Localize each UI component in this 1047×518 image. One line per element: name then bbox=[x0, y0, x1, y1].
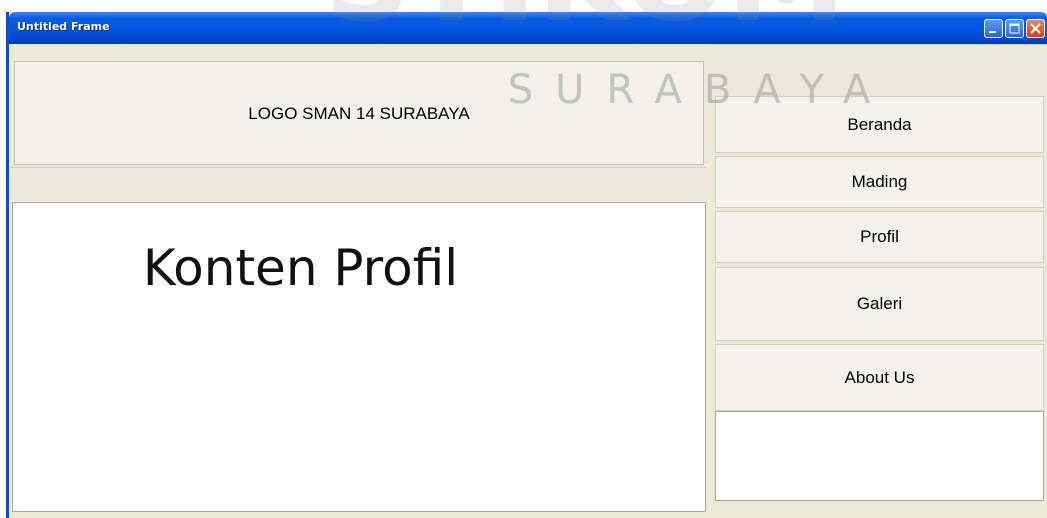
sidebar-item-beranda[interactable]: Beranda bbox=[715, 96, 1044, 153]
sidebar: Beranda Mading Profil Galeri About Us bbox=[712, 44, 1047, 518]
content-heading: Konten Profil bbox=[142, 239, 459, 297]
maximize-button[interactable] bbox=[1005, 19, 1024, 38]
sidebar-item-label: Mading bbox=[851, 172, 908, 191]
sidebar-item-label: Galeri bbox=[856, 294, 903, 313]
sidebar-item-galeri[interactable]: Galeri bbox=[715, 267, 1044, 341]
sidebar-top-strip bbox=[712, 44, 1047, 96]
sidebar-item-label: Beranda bbox=[847, 114, 912, 134]
sidebar-blank-panel bbox=[715, 411, 1044, 501]
content-toolbar-strip bbox=[9, 167, 706, 202]
sidebar-item-label: About Us bbox=[844, 367, 915, 387]
logo-panel: LOGO SMAN 14 SURABAYA bbox=[14, 61, 704, 165]
minimize-button[interactable] bbox=[984, 19, 1003, 38]
maximize-icon bbox=[1009, 23, 1020, 34]
window-title: Untitled Frame bbox=[17, 20, 110, 33]
sidebar-item-about-us[interactable]: About Us bbox=[715, 344, 1044, 411]
left-top-strip bbox=[9, 44, 710, 61]
content-panel: Konten Profil bbox=[12, 202, 706, 512]
close-icon bbox=[1030, 23, 1041, 34]
sidebar-item-profil[interactable]: Profil bbox=[715, 211, 1044, 263]
title-bar[interactable]: Untitled Frame bbox=[9, 12, 1047, 44]
logo-text: LOGO SMAN 14 SURABAYA bbox=[248, 104, 470, 123]
minimize-icon bbox=[989, 31, 996, 33]
sidebar-item-mading[interactable]: Mading bbox=[715, 156, 1044, 208]
sidebar-item-label: Profil bbox=[860, 227, 899, 246]
close-button[interactable] bbox=[1026, 19, 1045, 38]
app-window: Untitled Frame LOGO SMAN 14 SURABAYA Kon… bbox=[6, 12, 1047, 518]
